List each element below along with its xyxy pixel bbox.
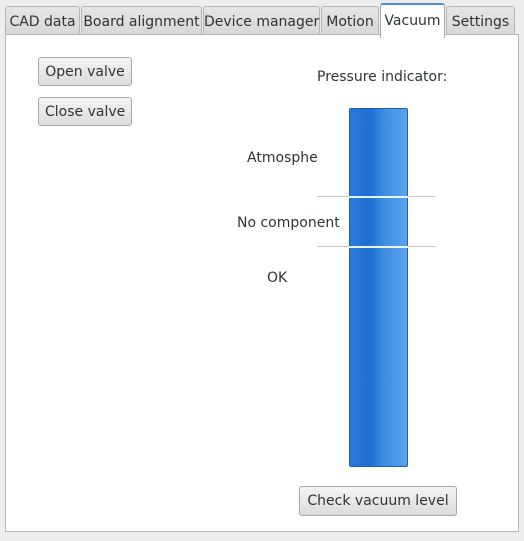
vacuum-panel: Open valve Close valve Pressure indicato… [5, 34, 519, 532]
tab-cad-data[interactable]: CAD data [5, 6, 80, 37]
threshold-mark-atmosphere [349, 196, 408, 198]
tab-device-manager[interactable]: Device manager [203, 6, 320, 37]
level-no-component-label: No component [237, 215, 340, 231]
pressure-indicator-title: Pressure indicator: [317, 69, 448, 85]
level-atmosphere-label: Atmosphe [247, 150, 318, 166]
tab-board-alignment[interactable]: Board alignment [81, 6, 202, 37]
tab-motion[interactable]: Motion [321, 6, 379, 37]
level-ok-label: OK [267, 270, 288, 286]
threshold-mark-no-component [349, 246, 408, 248]
tab-vacuum[interactable]: Vacuum [380, 3, 445, 38]
open-valve-button[interactable]: Open valve [38, 57, 132, 86]
tab-bar: CAD data Board alignment Device manager … [5, 3, 519, 38]
pressure-bar [349, 108, 408, 467]
vacuum-window: CAD data Board alignment Device manager … [0, 0, 524, 541]
check-vacuum-level-button[interactable]: Check vacuum level [299, 486, 457, 516]
close-valve-button[interactable]: Close valve [38, 97, 132, 126]
tab-settings[interactable]: Settings [446, 6, 515, 37]
